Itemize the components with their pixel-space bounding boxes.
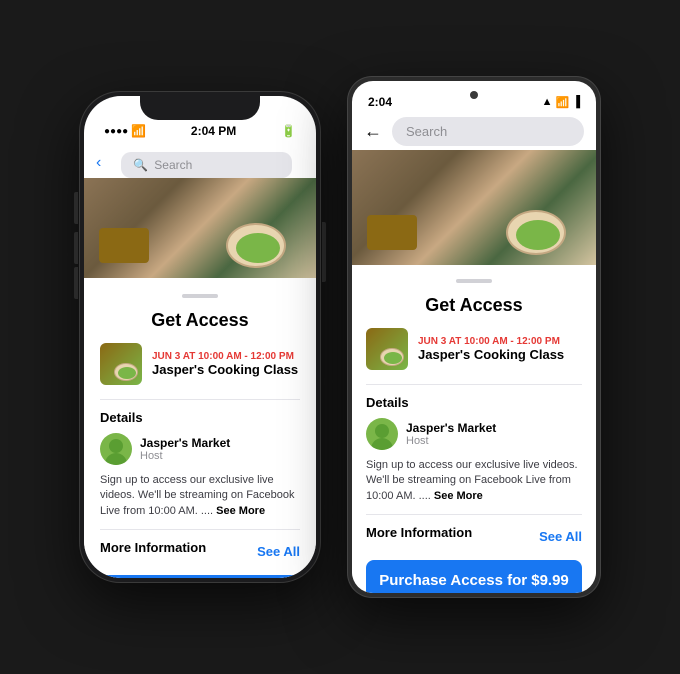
android-device: 2:04 ▲ 📶 ▐ ← Search [348,77,600,597]
android-host-role: Host [406,435,496,447]
wifi-icon: 📶 [131,124,146,138]
event-name: Jasper's Cooking Class [152,362,298,377]
android-nav-row: ← Search [352,113,596,150]
iphone-time: 2:04 PM [191,124,236,138]
android-event-date: JUN 3 AT 10:00 AM - 12:00 PM [418,336,564,347]
android-event-thumbnail [366,328,408,370]
search-placeholder: Search [154,158,192,172]
back-icon[interactable]: ‹ [96,154,101,172]
android-wifi-icon: 📶 [556,96,570,109]
divider-2 [100,529,300,530]
android-camera [470,91,478,99]
iphone-battery: 🔋 [281,124,296,138]
android-event-thumb-bowl [380,348,404,366]
food-bowl-decoration [226,223,286,268]
android-event-description: Sign up to access our exclusive live vid… [366,458,582,504]
android-divider-1 [366,384,582,385]
android-modal-title: Get Access [366,295,582,316]
iphone-search-bar[interactable]: 🔍 Search [121,152,292,178]
host-role: Host [140,450,230,462]
event-thumb-bowl [114,363,138,381]
food-hero-image [84,178,316,278]
details-section-title: Details [100,410,300,425]
event-info-row: JUN 3 AT 10:00 AM - 12:00 PM Jasper's Co… [100,343,300,385]
android-signal-icon: ▲ [542,96,553,108]
android-host-avatar [366,418,398,450]
host-avatar [100,433,132,465]
android-event-name: Jasper's Cooking Class [418,347,564,362]
event-description: Sign up to access our exclusive live vid… [100,473,300,519]
android-search-placeholder: Search [406,124,447,139]
android-more-info-label: More Information [366,525,472,540]
android-purchase-button[interactable]: Purchase Access for $9.99 [366,560,582,593]
purchase-button[interactable]: Purchase Access for $9.99 [100,575,300,578]
android-modal-handle [456,279,492,283]
more-info-row: More Information See All [100,540,300,563]
android-time: 2:04 [368,95,392,109]
more-info-label: More Information [100,540,206,555]
iphone-device: ●●●● 📶 2:04 PM 🔋 ‹ 🔍 Search [80,92,320,582]
android-modal-sheet: Get Access JUN 3 AT 10:00 AM - 12:00 PM … [352,265,596,593]
battery-icon: 🔋 [281,124,296,138]
android-cutting-board [367,215,417,250]
divider-1 [100,399,300,400]
signal-bars-icon: ●●●● [104,126,128,137]
android-icons: ▲ 📶 ▐ [542,96,580,109]
android-food-hero-image [352,150,596,265]
android-details-section-title: Details [366,395,582,410]
event-date: JUN 3 AT 10:00 AM - 12:00 PM [152,351,298,362]
search-icon: 🔍 [133,158,148,172]
android-search-bar[interactable]: Search [392,117,584,146]
modal-sheet: Get Access JUN 3 AT 10:00 AM - 12:00 PM … [84,278,316,578]
iphone-back-nav: ‹ 🔍 Search [96,148,304,178]
modal-handle [182,294,218,298]
android-see-more-link[interactable]: See More [434,490,483,502]
android-host-info-row: Jasper's Market Host [366,418,582,450]
android-divider-2 [366,514,582,515]
iphone-notch [140,96,260,120]
host-info-row: Jasper's Market Host [100,433,300,465]
event-thumbnail [100,343,142,385]
host-name: Jasper's Market [140,436,230,450]
android-host-name: Jasper's Market [406,421,496,435]
android-more-info-row: More Information See All [366,525,582,548]
modal-title: Get Access [100,310,300,331]
see-all-link[interactable]: See All [257,544,300,559]
cutting-board-decoration [99,228,149,263]
android-see-all-link[interactable]: See All [539,529,582,544]
android-event-info-row: JUN 3 AT 10:00 AM - 12:00 PM Jasper's Co… [366,328,582,370]
android-back-icon[interactable]: ← [364,121,382,142]
iphone-signal: ●●●● 📶 [104,124,146,138]
android-battery-icon: ▐ [572,96,580,108]
see-more-link[interactable]: See More [216,505,265,517]
android-food-bowl [506,210,566,255]
